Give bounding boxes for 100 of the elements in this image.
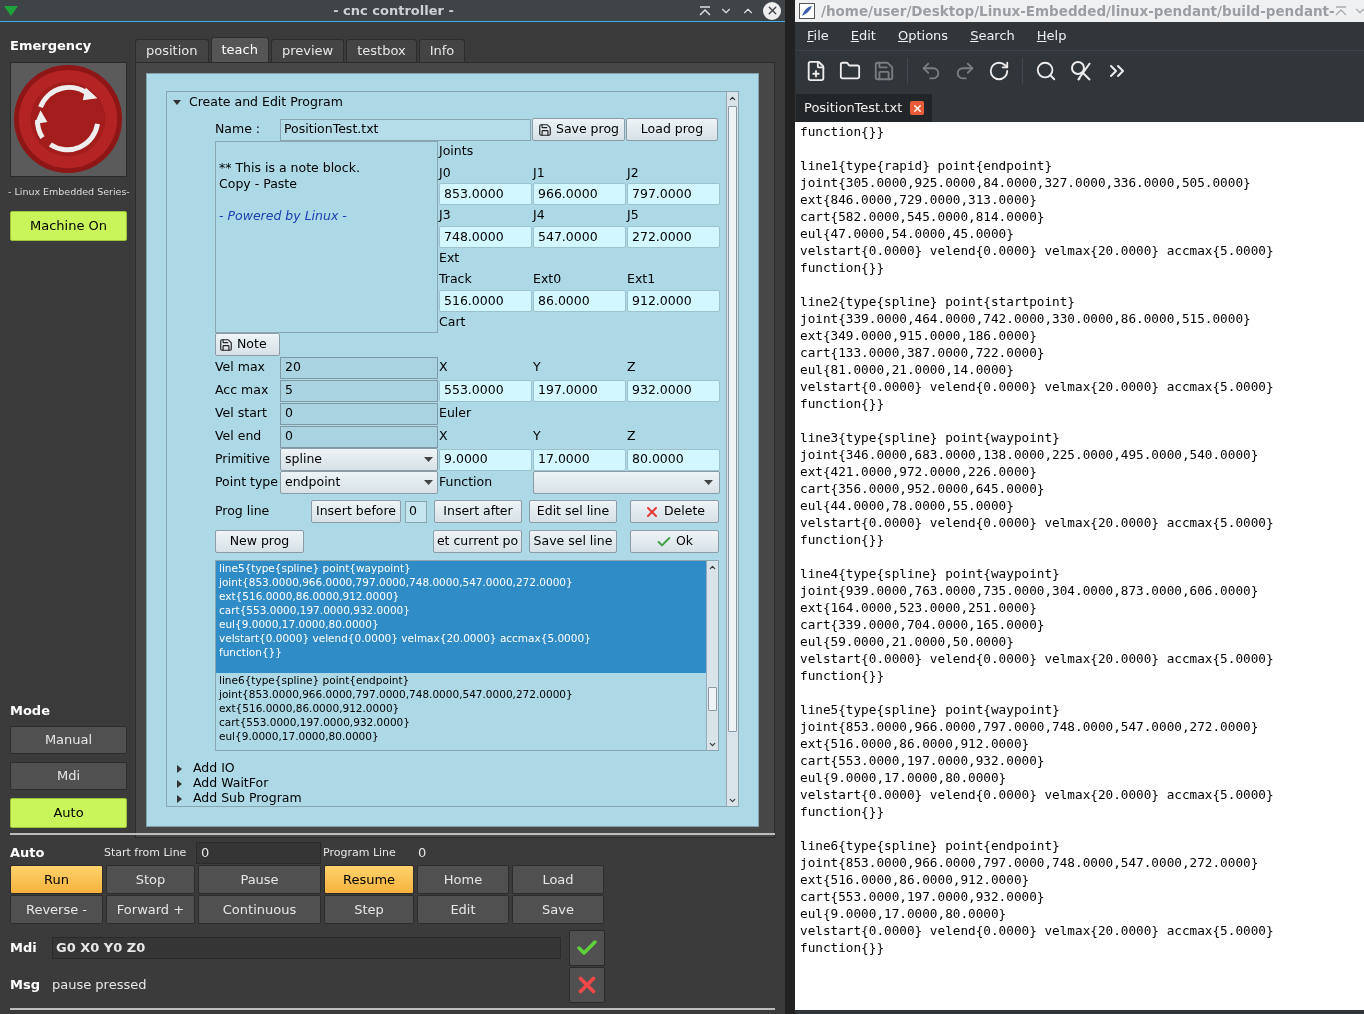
close-button[interactable]	[763, 1, 781, 20]
triangle-right-icon[interactable]	[175, 794, 183, 803]
tab[interactable]: preview	[270, 39, 345, 62]
value-field[interactable]: 9.0000	[439, 448, 532, 471]
triangle-right-icon[interactable]	[175, 779, 183, 788]
machine-on-button[interactable]: Machine On	[10, 210, 127, 241]
control-button[interactable]: Pause	[198, 865, 321, 894]
code-line: function{}}	[800, 259, 885, 276]
mode-button[interactable]: Mdi	[10, 762, 127, 790]
new-prog-button[interactable]: New prog	[215, 530, 304, 553]
value-field[interactable]: 748.0000	[439, 226, 532, 248]
group-label: Cart	[439, 313, 466, 332]
value-field[interactable]: 197.0000	[533, 379, 626, 402]
input-field[interactable]: 5	[280, 379, 438, 402]
input-field[interactable]: 20	[280, 356, 438, 379]
field-label: Function	[439, 473, 494, 492]
value-field[interactable]: 272.0000	[627, 226, 720, 248]
triangle-right-icon[interactable]	[175, 764, 183, 773]
scrollbar[interactable]	[726, 92, 738, 806]
tab[interactable]: teach	[210, 37, 269, 62]
emergency-stop-button[interactable]	[10, 61, 127, 177]
code-line: joint{939.0000,763.0000,735.0000,304.0000,873.0000,606.0000}	[800, 582, 1259, 599]
control-button[interactable]: Step	[324, 895, 414, 924]
dropdown[interactable]	[533, 471, 720, 494]
value-field[interactable]: 516.0000	[439, 290, 532, 313]
mode-button[interactable]: Auto	[10, 798, 127, 828]
value-field[interactable]: 932.0000	[627, 379, 720, 402]
close-button[interactable]	[910, 101, 925, 115]
control-button[interactable]: Reverse -	[10, 895, 103, 924]
scroll-thumb[interactable]	[728, 106, 737, 732]
delete-button[interactable]: Delete	[630, 500, 719, 523]
mdi-field[interactable]: G0 X0 Y0 Z0	[52, 937, 561, 959]
section-header[interactable]: Create and Edit Program	[189, 92, 343, 112]
axis-label: J5	[627, 206, 640, 225]
value-field[interactable]: 797.0000	[627, 183, 720, 206]
menu-item[interactable]: Help	[1032, 26, 1071, 46]
magnifier-pencil-icon[interactable]	[1069, 58, 1093, 83]
menu-item[interactable]: Edit	[846, 26, 880, 46]
control-button[interactable]: Resume	[324, 865, 414, 894]
axis-label: J2	[627, 163, 640, 182]
control-button[interactable]: Continuous	[198, 895, 321, 924]
value-field[interactable]: 912.0000	[627, 290, 720, 313]
control-button[interactable]: Run	[10, 865, 103, 894]
triangle-down-icon[interactable]	[173, 98, 181, 106]
control-button[interactable]: Forward +	[106, 895, 195, 924]
tab[interactable]: testbox	[346, 39, 417, 62]
control-button[interactable]: Save	[512, 895, 604, 924]
dropdown[interactable]: spline	[280, 448, 438, 471]
scrollbar[interactable]	[706, 561, 718, 750]
code-line: ext{349.0000,915.0000,186.0000}	[800, 327, 1037, 344]
tab[interactable]: position	[135, 39, 209, 62]
mode-button[interactable]: Manual	[10, 726, 127, 754]
input-field[interactable]: 0	[280, 402, 438, 425]
input-field[interactable]: 0	[280, 425, 438, 448]
menu-item[interactable]: Search	[966, 26, 1019, 46]
value-field[interactable]: 547.0000	[533, 226, 626, 248]
reload-icon[interactable]	[988, 59, 1010, 82]
menu-item[interactable]: Options	[893, 26, 953, 46]
get-position-button[interactable]: et current po	[433, 530, 522, 553]
new-file-icon[interactable]	[805, 59, 827, 82]
save-icon[interactable]	[873, 59, 895, 82]
value-field[interactable]: 853.0000	[439, 183, 532, 206]
value-field[interactable]: 86.0000	[533, 290, 626, 313]
floppy-icon	[537, 122, 552, 137]
value-field[interactable]: 966.0000	[533, 183, 626, 206]
value-field[interactable]: 80.0000	[627, 448, 720, 471]
control-button[interactable]: Stop	[106, 865, 195, 894]
note-button[interactable]: Note	[215, 333, 280, 356]
dropdown[interactable]: endpoint	[280, 471, 438, 494]
spin-field[interactable]: 0	[405, 500, 427, 523]
input-field[interactable]: 0	[196, 842, 321, 864]
code-line: velstart{0.0000} velend{0.0000} velmax{20.0000} accmax{5.0000}	[800, 514, 1274, 531]
load-prog-button[interactable]: Load prog	[626, 118, 718, 141]
control-button[interactable]: Home	[417, 865, 509, 894]
edit-line-button[interactable]: Edit sel line	[529, 500, 617, 523]
program-item[interactable]: line5{type{spline} point{waypoint} joint{853.0000,966.0000,797.0000,748.0000,547.0000,272.0000} ext{516.0000,86.0000,912.0000} cart{553.0000,197.0000,932.0000} eul{9.0000,17.0000,80.0000} velstart{0.0000} velend{0.0000} velmax{20.0000} accmax{5.0000} function{}}	[216, 561, 706, 673]
tab[interactable]: Info	[418, 39, 466, 62]
scroll-thumb[interactable]	[708, 687, 717, 711]
confirm-button[interactable]	[569, 930, 605, 966]
value-field[interactable]: 553.0000	[439, 379, 532, 402]
note-block[interactable]: ** This is a note block. Copy - Paste - Powered by Linux -	[215, 141, 438, 333]
program-item[interactable]: line6{type{spline} point{endpoint} joint{853.0000,966.0000,797.0000,748.0000,547.0000,272.0000} ext{516.0000,86.0000,912.0000} cart{553.0000,197.0000,932.0000} eul{9.0000,17.0000,80.0000}	[216, 673, 706, 750]
value-field[interactable]: 17.0000	[533, 448, 626, 471]
insert-before-button[interactable]: Insert before	[311, 500, 401, 523]
cancel-button[interactable]	[569, 967, 605, 1003]
menu-item[interactable]: File	[803, 26, 833, 46]
ok-button[interactable]: Ok	[630, 530, 719, 553]
save-line-button[interactable]: Save sel line	[529, 530, 617, 553]
name-field[interactable]: PositionTest.txt	[280, 118, 531, 141]
insert-after-button[interactable]: Insert after	[434, 500, 522, 523]
search-icon[interactable]	[1035, 59, 1057, 82]
code-line: velstart{0.0000} velend{0.0000} velmax{20.0000} accmax{5.0000}	[800, 786, 1274, 803]
save-prog-button[interactable]: Save prog	[532, 118, 625, 141]
code-line: line1{type{rapid} point{endpoint}	[800, 157, 1053, 174]
control-button[interactable]: Load	[512, 865, 604, 894]
folder-icon[interactable]	[839, 59, 861, 82]
axis-label: X	[439, 427, 449, 446]
control-button[interactable]: Edit	[417, 895, 509, 924]
file-tab[interactable]: PositionTest.txt	[796, 94, 933, 122]
text-editor[interactable]	[795, 122, 1364, 1010]
